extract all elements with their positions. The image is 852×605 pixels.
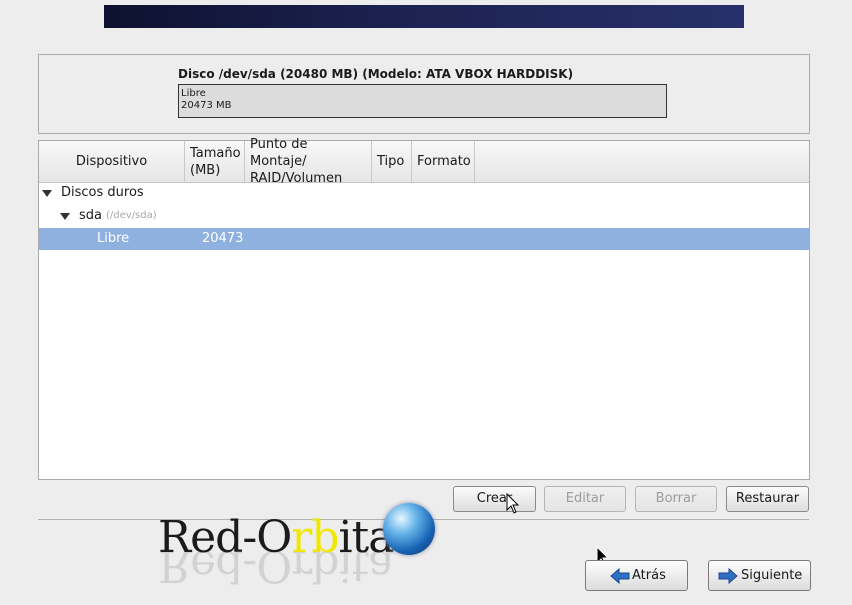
disk-title: Disco /dev/sda (20480 MB) (Modelo: ATA V…	[178, 67, 574, 81]
create-button[interactable]: Crear	[453, 486, 536, 512]
arrow-right-icon	[718, 568, 738, 584]
next-button[interactable]: Siguiente	[708, 560, 811, 591]
column-header-format[interactable]: Formato	[412, 141, 475, 182]
header-banner	[104, 5, 744, 28]
reset-button-label: Restaurar	[735, 491, 800, 506]
column-header-type[interactable]: Tipo	[372, 141, 412, 182]
delete-button[interactable]: Borrar	[635, 486, 717, 512]
tree-row-label: Discos duros	[61, 185, 144, 200]
column-header-mount[interactable]: Punto de Montaje/ RAID/Volumen	[245, 137, 372, 186]
tree-row-free-space[interactable]: Libre 20473	[39, 228, 809, 250]
tree-row-hard-disks[interactable]: Discos duros	[39, 182, 809, 204]
expand-triangle-icon[interactable]	[42, 190, 52, 197]
back-button[interactable]: Atrás	[585, 560, 688, 591]
delete-button-label: Borrar	[655, 491, 697, 506]
tree-row-sda[interactable]: sda (/dev/sda)	[39, 205, 809, 227]
expand-triangle-icon[interactable]	[60, 213, 70, 220]
mouse-cursor-icon	[506, 493, 520, 514]
globe-icon	[383, 503, 435, 555]
disk-bar-label: Libre	[181, 88, 206, 99]
disk-partition-bar[interactable]: Libre 20473 MB	[178, 84, 667, 118]
logo-highlight: rb	[291, 512, 339, 563]
device-path-hint: (/dev/sda)	[106, 210, 157, 221]
next-button-label: Siguiente	[741, 568, 803, 583]
tree-row-label: Libre	[97, 231, 130, 246]
tree-row-size: 20473	[202, 231, 244, 246]
disk-panel: Disco /dev/sda (20480 MB) (Modelo: ATA V…	[38, 54, 810, 134]
partition-tree[interactable]: Dispositivo Tamaño (MB) Punto de Montaje…	[38, 137, 810, 480]
arrow-left-icon	[610, 568, 630, 584]
back-button-label: Atrás	[632, 568, 666, 583]
logo-prefix: Red-O	[158, 512, 292, 563]
reset-button[interactable]: Restaurar	[726, 486, 809, 512]
table-header: Dispositivo Tamaño (MB) Punto de Montaje…	[39, 137, 809, 186]
edit-button-label: Editar	[565, 491, 605, 506]
column-header-device[interactable]: Dispositivo	[39, 141, 185, 182]
edit-button[interactable]: Editar	[544, 486, 626, 512]
red-orbita-logo: Red-Orbita	[158, 511, 394, 565]
column-header-size[interactable]: Tamaño (MB)	[185, 141, 245, 182]
disk-bar-size: 20473 MB	[181, 100, 232, 111]
tree-row-label: sda	[79, 208, 102, 223]
